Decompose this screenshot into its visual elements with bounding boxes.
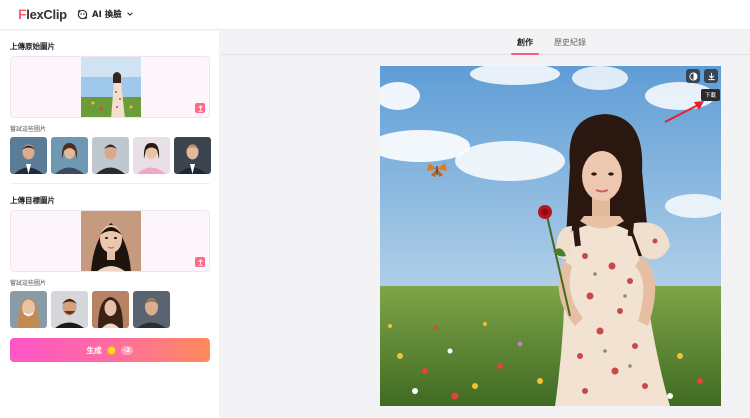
target-thumbnail (81, 211, 141, 271)
sample-face[interactable] (174, 137, 211, 174)
source-title: 上傳原始圖片 (10, 42, 55, 51)
source-upload-area[interactable] (10, 56, 210, 118)
flexclip-logo[interactable]: FlexClip (18, 6, 67, 22)
target-upload-button[interactable] (195, 257, 205, 267)
tab-create[interactable]: 創作 (517, 37, 533, 48)
sample-face[interactable] (51, 137, 88, 174)
source-try-label: 嘗試這些圖片 (10, 126, 47, 133)
face-swap-icon (77, 9, 88, 19)
compare-icon (688, 71, 698, 81)
tool-selector[interactable]: AI 換臉 (77, 8, 134, 20)
target-sample-faces (10, 291, 170, 328)
active-tab-indicator (511, 53, 539, 55)
app-header: FlexClip AI 換臉 (0, 0, 750, 30)
sample-face[interactable] (10, 291, 47, 328)
upload-icon (197, 258, 203, 266)
generate-label: 生成 (86, 345, 102, 355)
download-icon (707, 72, 715, 80)
download-button[interactable] (704, 69, 718, 83)
compare-button[interactable] (686, 69, 700, 83)
sample-face[interactable] (51, 291, 88, 328)
tool-name: AI 換臉 (92, 10, 122, 20)
source-upload-button[interactable] (195, 103, 205, 113)
settings-panel: 上傳原始圖片 嘗試這些圖片 上傳目標圖片 嘗試這些圖片 生成 -2 (0, 31, 219, 418)
section-divider (10, 183, 210, 184)
sample-face[interactable] (10, 137, 47, 174)
sample-face[interactable] (133, 137, 170, 174)
target-title: 上傳目標圖片 (10, 196, 55, 205)
sample-face[interactable] (92, 137, 129, 174)
annotation-arrow-icon (664, 101, 704, 123)
target-upload-area[interactable] (10, 210, 210, 272)
result-tabs: 創作 歷史紀錄 (221, 31, 750, 55)
generate-cost: -2 (120, 345, 134, 355)
source-thumbnail (81, 57, 141, 117)
logo-text: lexClip (26, 6, 67, 22)
tab-history[interactable]: 歷史紀錄 (554, 37, 586, 48)
generate-button[interactable]: 生成 -2 (10, 338, 210, 362)
upload-icon (197, 104, 203, 112)
credit-coin-icon (106, 345, 116, 355)
target-try-label: 嘗試這些圖片 (10, 280, 47, 287)
chevron-down-icon (126, 12, 133, 16)
logo-prefix: F (18, 6, 27, 22)
sample-face[interactable] (92, 291, 129, 328)
sample-face[interactable] (133, 291, 170, 328)
source-sample-faces (10, 137, 211, 174)
